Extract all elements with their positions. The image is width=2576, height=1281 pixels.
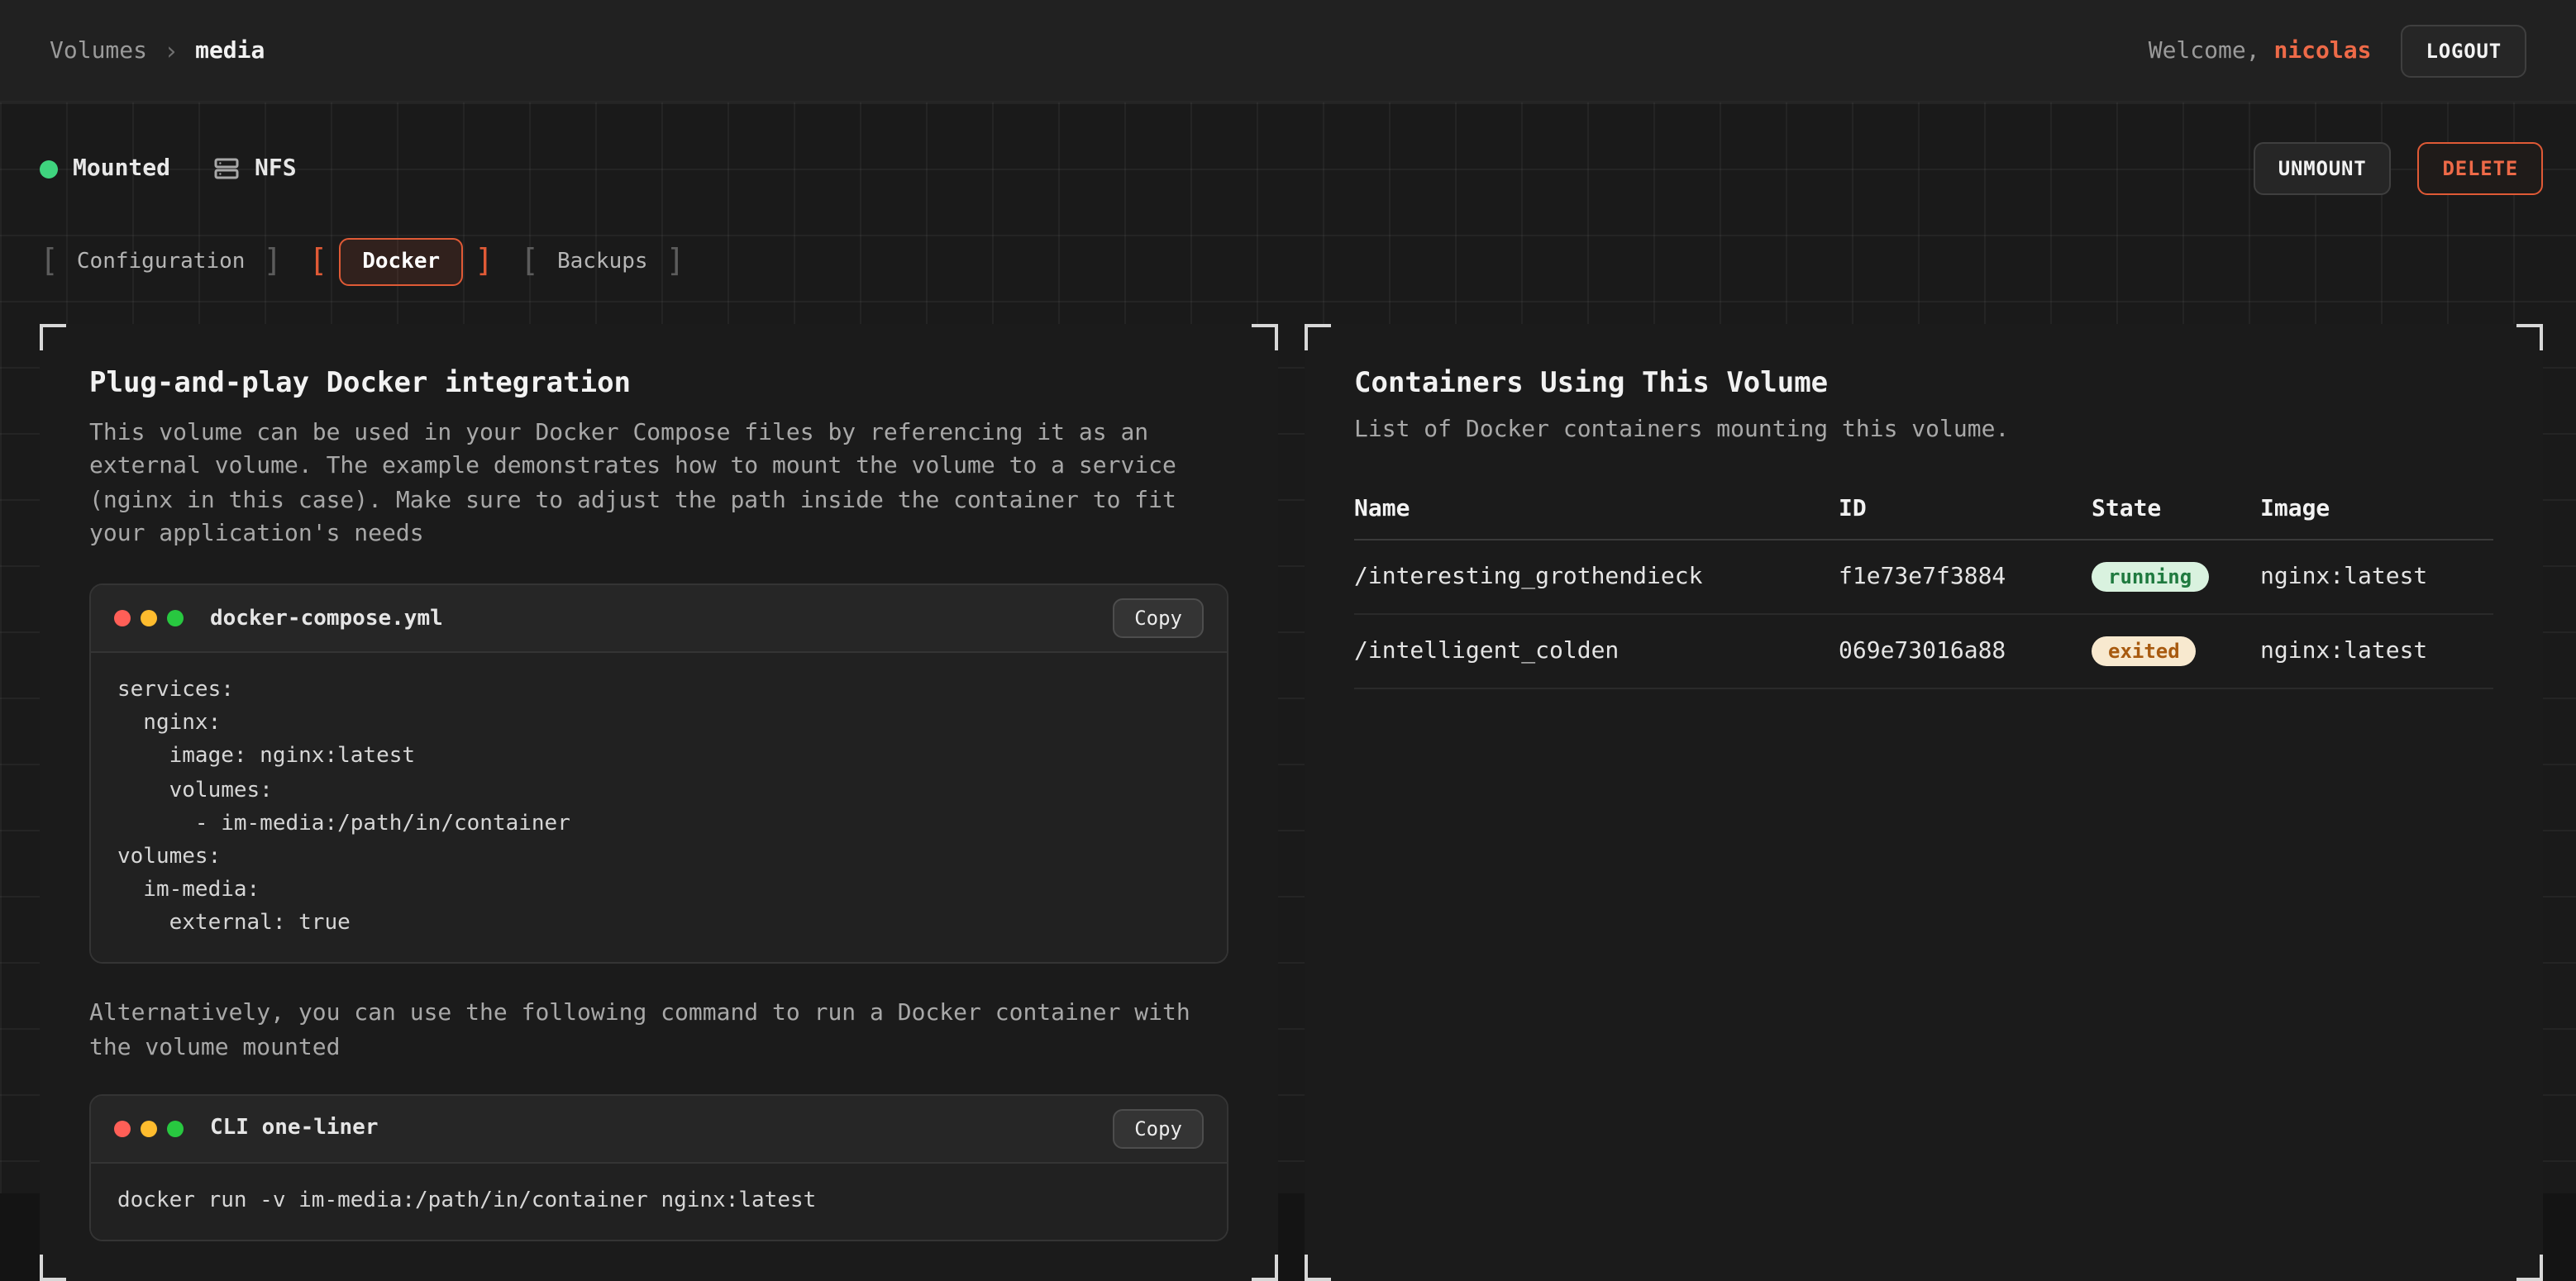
header-right: Welcome, nicolas LOGOUT	[2149, 24, 2526, 77]
traffic-light-red-icon	[114, 610, 131, 626]
corner-bracket	[2516, 1255, 2543, 1281]
traffic-light-green-icon	[167, 1121, 184, 1137]
window-traffic-lights	[114, 610, 184, 626]
tab-docker[interactable]: Docker	[308, 237, 494, 285]
tab-backups[interactable]: Backups	[520, 237, 685, 285]
panels-row: Plug-and-play Docker integration This vo…	[40, 324, 2543, 1281]
containers-panel: Containers Using This Volume List of Doc…	[1305, 324, 2543, 1281]
compose-code: services: nginx: image: nginx:latest vol…	[117, 674, 1200, 941]
server-icon	[213, 155, 240, 182]
compose-filename: docker-compose.yml	[210, 606, 443, 631]
tab-configuration[interactable]: Configuration	[40, 237, 282, 285]
column-header-name: Name	[1354, 479, 1839, 539]
docker-panel-description: This volume can be used in your Docker C…	[89, 417, 1228, 550]
breadcrumb-current-volume: media	[195, 37, 265, 64]
containers-table: Name ID State Image /interesting_grothen…	[1354, 479, 2493, 689]
app-window: Volumes › media Welcome, nicolas LOGOUT …	[0, 0, 2576, 1193]
column-header-image: Image	[2260, 479, 2493, 539]
cli-intro-text: Alternatively, you can use the following…	[89, 998, 1228, 1064]
corner-bracket	[1305, 324, 1331, 350]
welcome-prefix: Welcome,	[2149, 37, 2260, 64]
mount-status: Mounted	[40, 155, 170, 182]
container-state-cell: exited	[2092, 615, 2260, 688]
tab-configuration-label: Configuration	[70, 237, 252, 285]
container-image: nginx:latest	[2260, 617, 2493, 686]
container-state-cell: running	[2092, 540, 2260, 613]
tab-backups-label: Backups	[551, 237, 655, 285]
container-id: f1e73e7f3884	[1839, 542, 2092, 612]
compose-code-body: services: nginx: image: nginx:latest vol…	[91, 653, 1227, 962]
username: nicolas	[2273, 37, 2371, 64]
traffic-light-yellow-icon	[141, 1121, 157, 1137]
compose-card-header: docker-compose.yml Copy	[91, 585, 1227, 653]
docker-panel-title: Plug-and-play Docker integration	[89, 367, 1228, 400]
unmount-button[interactable]: UNMOUNT	[2254, 142, 2392, 195]
top-bar: Volumes › media Welcome, nicolas LOGOUT	[0, 0, 2576, 102]
container-name: /intelligent_colden	[1354, 617, 1839, 686]
nfs-label: NFS	[255, 155, 297, 182]
cli-code-card: CLI one-liner Copy docker run -v im-medi…	[89, 1094, 1228, 1241]
volume-status-row: Mounted NFS UNMOUNT DELET	[40, 139, 2543, 198]
window-traffic-lights	[114, 1121, 184, 1137]
container-image: nginx:latest	[2260, 542, 2493, 612]
table-row: /intelligent_colden 069e73016a88 exited …	[1354, 615, 2493, 689]
container-id: 069e73016a88	[1839, 617, 2092, 686]
welcome-text: Welcome, nicolas	[2149, 37, 2372, 64]
mounted-status-dot	[40, 160, 58, 178]
mounted-label: Mounted	[73, 155, 170, 182]
state-badge: running	[2092, 562, 2208, 592]
column-header-id: ID	[1839, 479, 2092, 539]
containers-panel-title: Containers Using This Volume	[1354, 367, 2493, 400]
logout-button[interactable]: LOGOUT	[2402, 24, 2527, 77]
traffic-light-red-icon	[114, 1121, 131, 1137]
breadcrumb: Volumes › media	[50, 36, 265, 65]
delete-button[interactable]: DELETE	[2418, 142, 2544, 195]
cli-card-header: CLI one-liner Copy	[91, 1096, 1227, 1164]
tab-bar: Configuration Docker Backups	[40, 231, 2543, 291]
corner-bracket	[40, 324, 66, 350]
volume-actions: UNMOUNT DELETE	[2254, 142, 2543, 195]
main-content: Mounted NFS UNMOUNT DELET	[0, 102, 2576, 1193]
corner-bracket	[1252, 324, 1278, 350]
traffic-light-green-icon	[167, 610, 184, 626]
table-row: /interesting_grothendieck f1e73e7f3884 r…	[1354, 540, 2493, 615]
chevron-right-icon: ›	[164, 36, 179, 65]
table-header-row: Name ID State Image	[1354, 479, 2493, 540]
corner-bracket	[40, 1255, 66, 1281]
copy-compose-button[interactable]: Copy	[1113, 598, 1204, 638]
corner-bracket	[1252, 1255, 1278, 1281]
compose-code-card: docker-compose.yml Copy services: nginx:…	[89, 583, 1228, 964]
volume-type: NFS	[213, 155, 297, 182]
containers-panel-subtitle: List of Docker containers mounting this …	[1354, 417, 2493, 443]
cli-filename: CLI one-liner	[210, 1117, 379, 1141]
traffic-light-yellow-icon	[141, 610, 157, 626]
corner-bracket	[2516, 324, 2543, 350]
copy-cli-button[interactable]: Copy	[1113, 1109, 1204, 1149]
docker-integration-panel: Plug-and-play Docker integration This vo…	[40, 324, 1278, 1281]
status-indicators: Mounted NFS	[40, 155, 297, 182]
tab-docker-label: Docker	[339, 237, 463, 285]
corner-bracket	[1305, 1255, 1331, 1281]
container-name: /interesting_grothendieck	[1354, 542, 1839, 612]
column-header-state: State	[2092, 479, 2260, 539]
breadcrumb-volumes-link[interactable]: Volumes	[50, 37, 147, 64]
state-badge: exited	[2092, 636, 2197, 666]
cli-code-body: docker run -v im-media:/path/in/containe…	[91, 1164, 1227, 1240]
cli-code: docker run -v im-media:/path/in/containe…	[117, 1185, 1200, 1218]
